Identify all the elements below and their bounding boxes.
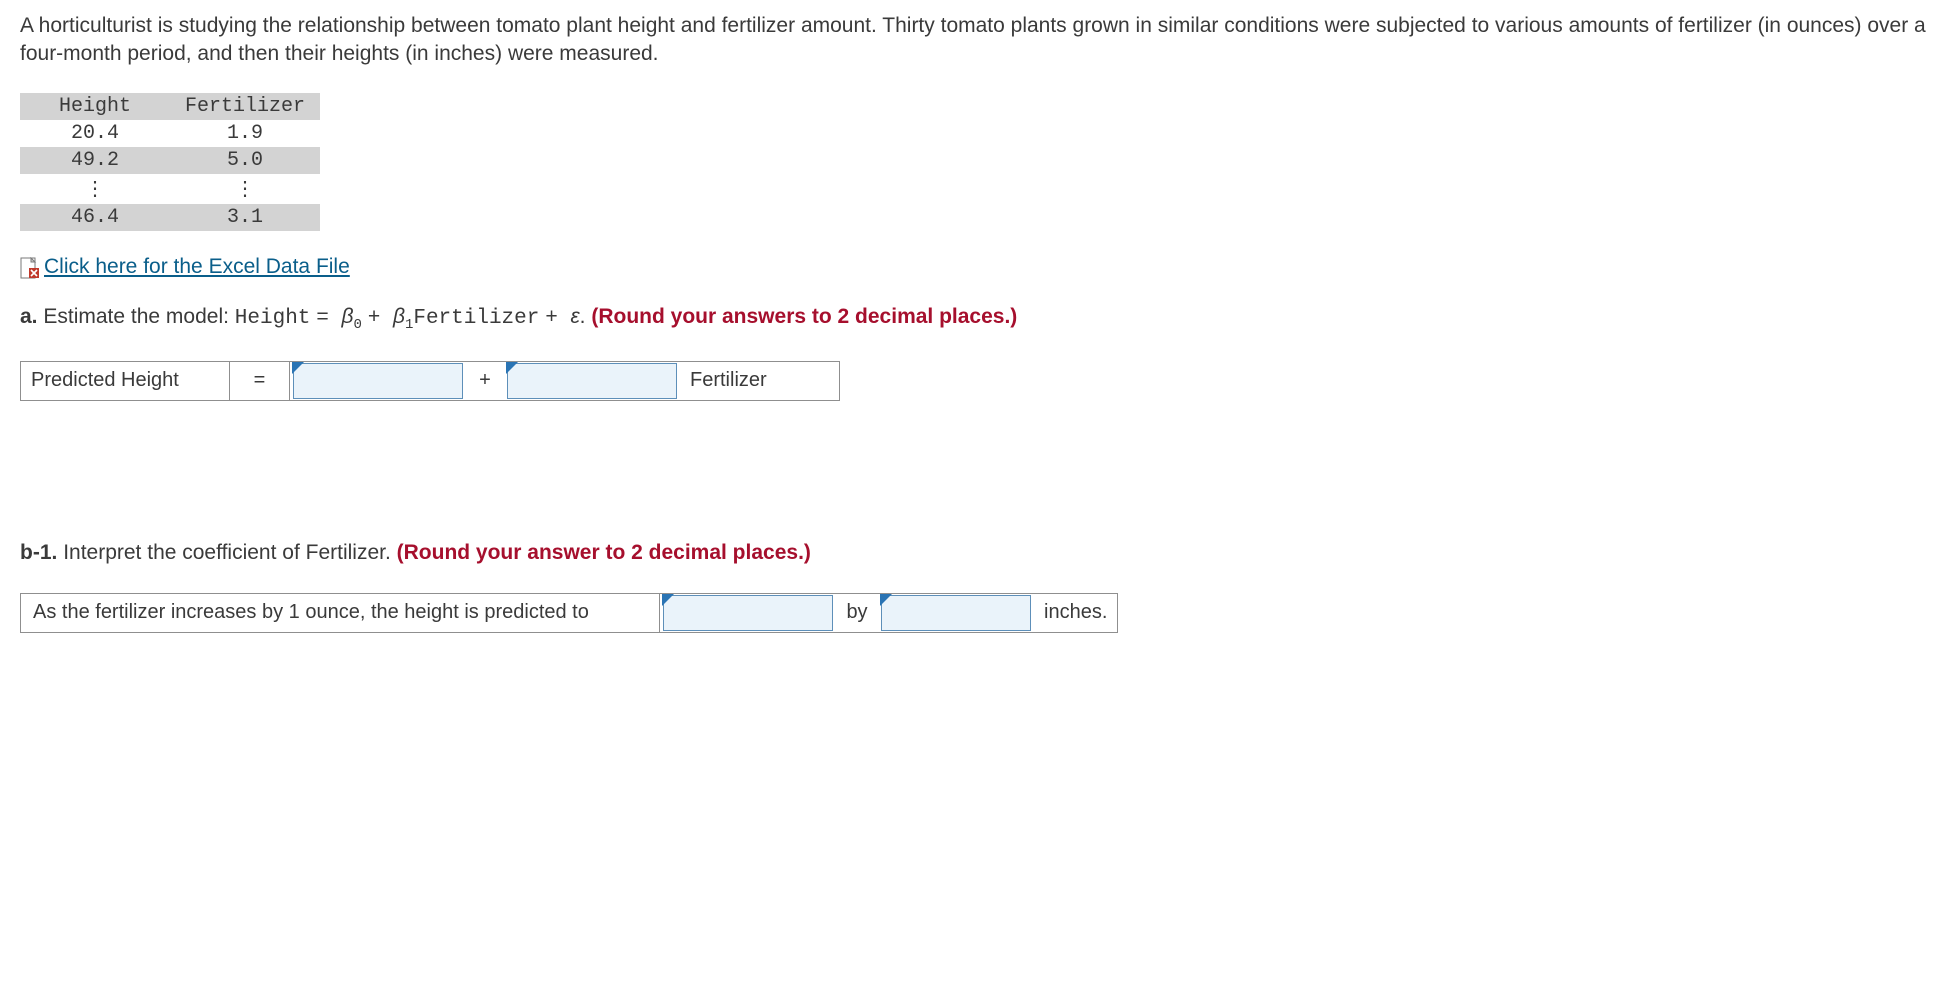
model-eq: = <box>316 307 341 330</box>
table-cell: 20.4 <box>20 120 170 147</box>
plus-sign: + <box>466 361 504 401</box>
beta0: β <box>341 305 353 328</box>
document-icon <box>20 257 40 279</box>
b0-input[interactable] <box>293 363 463 399</box>
b0-input-wrap <box>293 363 463 399</box>
table-row: 20.4 1.9 <box>20 120 320 147</box>
inches-label: inches. <box>1034 593 1118 633</box>
direction-input[interactable] <box>663 595 833 631</box>
excel-data-file-link[interactable]: Click here for the Excel Data File <box>20 255 350 279</box>
data-sample-table: Height Fertilizer 20.4 1.9 49.2 5.0 ⋮ ⋮ … <box>20 93 320 231</box>
part-a-label: a. <box>20 305 38 328</box>
table-cell: 3.1 <box>170 204 320 231</box>
b1-input[interactable] <box>507 363 677 399</box>
round-note-a: (Round your answers to 2 decimal places.… <box>591 305 1017 328</box>
part-b1-lead: Interpret the coefficient of Fertilizer. <box>63 541 396 564</box>
plus2: + <box>545 307 570 330</box>
answer-a-row: Predicted Height = + Fertilizer <box>20 361 1938 401</box>
epsilon: ε <box>570 305 579 328</box>
table-cell: 5.0 <box>170 147 320 174</box>
direction-input-wrap <box>663 595 833 631</box>
round-note-b1: (Round your answer to 2 decimal places.) <box>397 541 811 564</box>
period: . <box>580 305 592 328</box>
predicted-height-label: Predicted Height <box>20 361 230 401</box>
table-row: ⋮ ⋮ <box>20 174 320 204</box>
amount-input[interactable] <box>881 595 1031 631</box>
table-header-fertilizer: Fertilizer <box>170 93 320 120</box>
table-cell: ⋮ <box>20 174 170 204</box>
model-lhs: Height <box>235 307 311 330</box>
input-corner-icon <box>880 594 892 606</box>
beta1: β <box>393 305 405 328</box>
part-a-lead: Estimate the model: <box>43 305 234 328</box>
table-row: 46.4 3.1 <box>20 204 320 231</box>
b1-sentence: As the fertilizer increases by 1 ounce, … <box>20 593 660 633</box>
part-a-prompt: a. Estimate the model: Height = β0 + β1F… <box>20 305 1938 333</box>
sub0: 0 <box>353 317 361 333</box>
amount-input-wrap <box>881 595 1031 631</box>
question-text: A horticulturist is studying the relatio… <box>20 12 1938 69</box>
equals-sign: = <box>230 361 290 401</box>
table-header-height: Height <box>20 93 170 120</box>
input-corner-icon <box>662 594 674 606</box>
input-corner-icon <box>506 362 518 374</box>
table-cell: 1.9 <box>170 120 320 147</box>
table-cell: 46.4 <box>20 204 170 231</box>
part-b1-label: b-1. <box>20 541 57 564</box>
plus1: + <box>368 307 393 330</box>
input-corner-icon <box>292 362 304 374</box>
model-x: Fertilizer <box>413 307 539 330</box>
table-row: 49.2 5.0 <box>20 147 320 174</box>
table-cell: ⋮ <box>170 174 320 204</box>
fertilizer-var-label: Fertilizer <box>680 361 840 401</box>
answer-b1-row: As the fertilizer increases by 1 ounce, … <box>20 593 1938 633</box>
table-cell: 49.2 <box>20 147 170 174</box>
excel-link-text: Click here for the Excel Data File <box>44 255 350 279</box>
part-b1-prompt: b-1. Interpret the coefficient of Fertil… <box>20 541 1938 565</box>
b1-input-wrap <box>507 363 677 399</box>
by-label: by <box>836 593 878 633</box>
